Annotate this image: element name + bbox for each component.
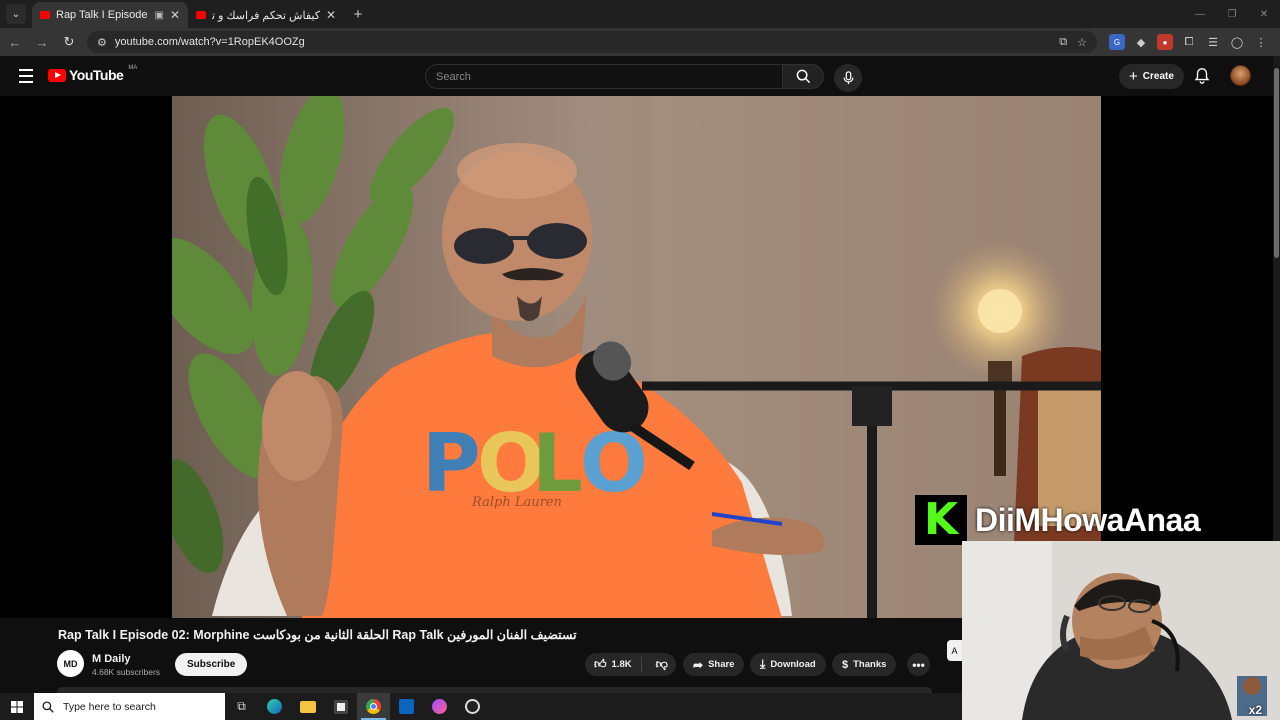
like-dislike-group: 👍︎ 1.8K 👎︎ — [585, 653, 676, 676]
download-label: Download — [770, 659, 816, 670]
subscribe-button[interactable]: Subscribe — [175, 653, 248, 676]
voice-search-button[interactable] — [834, 64, 862, 92]
windows-logo-icon — [11, 700, 23, 713]
tab-close-icon[interactable]: ✕ — [170, 8, 180, 22]
channel-name[interactable]: M Daily — [92, 653, 131, 665]
search-icon — [796, 69, 810, 84]
like-button[interactable]: 👍︎ 1.8K — [585, 657, 642, 672]
address-toolbar: ← → ↻ ⚙ youtube.com/watch?v=1RopEK4OOZg … — [0, 28, 1280, 56]
notifications-bell-icon[interactable] — [1193, 67, 1211, 85]
minimize-icon[interactable]: — — [1184, 0, 1216, 28]
outlook-icon[interactable] — [390, 693, 423, 720]
obs-icon[interactable] — [456, 693, 489, 720]
puzzle-extensions-icon[interactable]: ⧠ — [1181, 34, 1197, 50]
diamond-extension-icon[interactable]: ◆ — [1133, 34, 1149, 50]
create-label: Create — [1142, 71, 1174, 82]
plus-icon: + — [1129, 68, 1138, 85]
tab-search-button[interactable]: ⌄ — [6, 4, 26, 24]
window-controls: — ❐ ✕ — [1184, 0, 1280, 28]
messenger-icon[interactable] — [423, 693, 456, 720]
tab-media-icon[interactable]: ▣ — [154, 10, 163, 21]
extensions-bar: G ◆ ● ⧠ ☰ ◯ ⋮ — [1109, 34, 1269, 50]
start-button[interactable] — [0, 693, 34, 720]
windows-taskbar: Type here to search ⧉ — [0, 693, 962, 720]
dislike-button[interactable]: 👎︎ — [647, 657, 677, 672]
account-avatar[interactable] — [1230, 65, 1251, 86]
search-icon — [42, 700, 54, 713]
task-view-icon[interactable]: ⧉ — [225, 693, 258, 720]
install-app-icon[interactable]: ⧉ — [1059, 36, 1067, 49]
taskbar-search-input[interactable]: Type here to search — [34, 693, 225, 720]
speed-badge: x2 — [1248, 703, 1262, 717]
reload-icon[interactable]: ↻ — [57, 30, 81, 54]
red-extension-icon[interactable]: ● — [1157, 34, 1173, 50]
share-button[interactable]: ➦ Share — [683, 653, 745, 676]
search-input[interactable]: Search — [425, 64, 783, 89]
new-tab-button[interactable]: + — [348, 4, 368, 24]
reading-list-icon[interactable]: ☰ — [1205, 34, 1221, 50]
scrollbar-thumb[interactable] — [1274, 68, 1279, 258]
share-label: Share — [708, 659, 735, 670]
share-arrow-icon: ➦ — [693, 657, 704, 672]
omnibox-actions: ⧉ ☆ — [1059, 36, 1097, 49]
profile-icon[interactable]: ◯ — [1229, 34, 1245, 50]
thanks-label: Thanks — [853, 659, 887, 670]
youtube-header: YouTube MA Search + Create — [0, 56, 1280, 96]
bookmark-star-icon[interactable]: ☆ — [1077, 36, 1087, 49]
back-arrow-icon[interactable]: ← — [3, 30, 27, 54]
subscriber-count: 4.68K subscribers — [92, 667, 161, 677]
channel-avatar[interactable]: MD — [57, 650, 84, 677]
file-explorer-icon[interactable] — [291, 693, 324, 720]
restore-icon[interactable]: ❐ — [1216, 0, 1248, 28]
chrome-icon[interactable] — [357, 693, 390, 720]
tab-label: كيفاش تحكم فراسك و تقاوم الشه — [212, 9, 320, 22]
country-code: MA — [128, 65, 138, 71]
search-button[interactable] — [782, 64, 824, 89]
tab-close-icon[interactable]: ✕ — [326, 8, 336, 22]
streamer-name: DiiMHowaAnaa — [975, 501, 1201, 538]
youtube-favicon-icon — [196, 11, 206, 19]
microphone-icon — [843, 71, 853, 85]
thumbs-down-icon: 👎︎ — [655, 657, 668, 671]
webcam-overlay: x2 — [962, 541, 1280, 720]
kick-overlay-banner: K DiiMHowaAnaa — [915, 495, 1280, 545]
edge-icon[interactable] — [258, 693, 291, 720]
thumbs-up-icon: 👍︎ — [594, 657, 607, 671]
webcam-image — [962, 541, 1280, 720]
svg-text:Ralph Lauren: Ralph Lauren — [471, 495, 562, 510]
download-icon: ⤓ — [760, 657, 766, 671]
tab-label: Rap Talk I Episode 02: Morp — [56, 9, 148, 21]
tab-rap-talk[interactable]: Rap Talk I Episode 02: Morp ▣ ✕ — [32, 2, 188, 28]
youtube-logo[interactable]: YouTube MA — [48, 65, 138, 83]
site-info-icon[interactable]: ⚙ — [97, 36, 107, 49]
thanks-icon: $ — [842, 658, 849, 671]
kick-logo-letter: K — [923, 494, 959, 545]
create-button[interactable]: + Create — [1119, 64, 1184, 89]
translate-extension-icon[interactable]: G — [1109, 34, 1125, 50]
video-title: Rap Talk I Episode 02: Morphine الحلقة ا… — [58, 628, 577, 642]
side-panel-chip[interactable]: A — [947, 640, 962, 661]
more-actions-button[interactable]: ••• — [907, 653, 930, 676]
omnibox[interactable]: ⚙ youtube.com/watch?v=1RopEK4OOZg ⧉ ☆ — [87, 31, 1097, 53]
youtube-play-icon — [48, 68, 66, 82]
tab-arabic-video[interactable]: كيفاش تحكم فراسك و تقاوم الشه ✕ — [188, 2, 344, 28]
store-icon[interactable] — [324, 693, 357, 720]
close-window-icon[interactable]: ✕ — [1248, 0, 1280, 28]
url-text: youtube.com/watch?v=1RopEK4OOZg — [114, 36, 305, 48]
browser-tab-bar: ⌄ Rap Talk I Episode 02: Morp ▣ ✕ كيفاش … — [0, 0, 1280, 28]
thanks-button[interactable]: $ Thanks — [832, 653, 897, 676]
youtube-favicon-icon — [40, 11, 50, 19]
browser-menu-icon[interactable]: ⋮ — [1253, 34, 1269, 50]
like-count: 1.8K — [611, 659, 632, 670]
forward-arrow-icon[interactable]: → — [30, 30, 54, 54]
hamburger-menu-icon[interactable] — [16, 66, 36, 86]
taskbar-search-placeholder: Type here to search — [63, 700, 156, 713]
kick-logo-icon: K — [915, 495, 967, 545]
download-button[interactable]: ⤓ Download — [750, 653, 826, 676]
logo-wordmark: YouTube — [69, 67, 124, 83]
